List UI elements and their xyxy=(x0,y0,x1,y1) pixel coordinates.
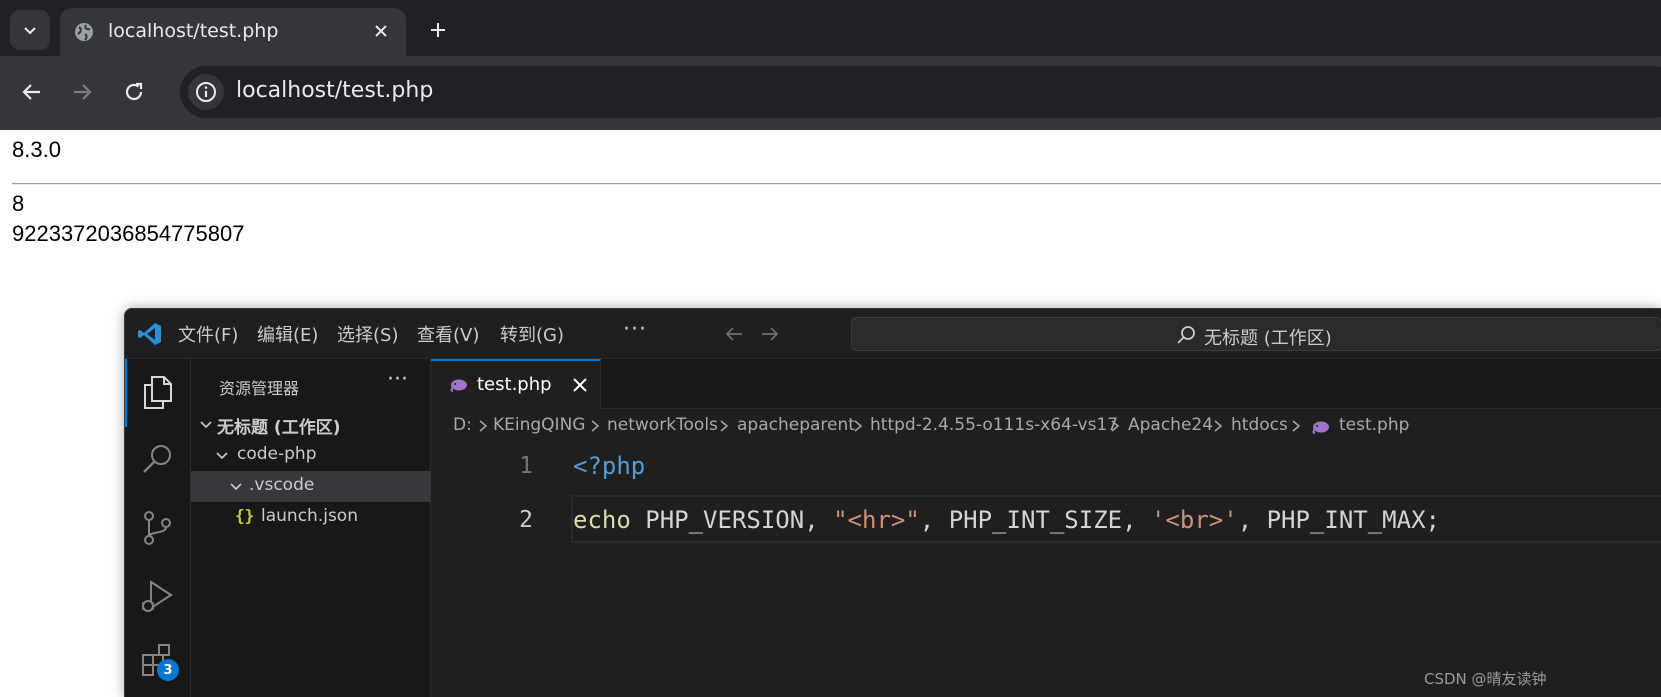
menu-edit[interactable]: 编辑(E) xyxy=(257,321,318,347)
address-bar[interactable]: localhost/test.php xyxy=(180,66,1661,118)
chevron-right-icon xyxy=(720,420,729,432)
chevron-right-icon xyxy=(1214,420,1223,432)
code-token: '<br>' xyxy=(1150,506,1238,534)
search-icon xyxy=(1177,326,1195,344)
code-token: , PHP_INT_SIZE, xyxy=(919,506,1151,534)
chevron-down-icon xyxy=(230,483,242,491)
json-file-icon: {} xyxy=(235,506,255,525)
php-version-output: 8.3.0 xyxy=(12,137,61,162)
menu-view[interactable]: 查看(V) xyxy=(417,321,479,347)
go-back-arrow-icon[interactable] xyxy=(723,323,745,345)
vscode-window: 文件(F) 编辑(E) 选择(S) 查看(V) 转到(G) ··· 无标题 (工… xyxy=(124,308,1661,697)
active-view-indicator xyxy=(125,359,127,427)
arrow-right-icon xyxy=(74,84,92,100)
close-icon[interactable] xyxy=(571,376,589,394)
chevron-right-icon xyxy=(479,420,488,432)
breadcrumb-item[interactable]: Apache24 xyxy=(1128,415,1213,435)
run-debug-icon[interactable] xyxy=(139,577,177,615)
browser-tab-title: localhost/test.php xyxy=(108,20,279,42)
chevron-right-icon xyxy=(1292,420,1301,432)
chevron-right-icon xyxy=(591,420,600,432)
menu-go[interactable]: 转到(G) xyxy=(500,321,564,347)
vscode-title-bar: 文件(F) 编辑(E) 选择(S) 查看(V) 转到(G) ··· 无标题 (工… xyxy=(125,309,1661,359)
code-token: echo xyxy=(573,506,631,534)
menu-selection[interactable]: 选择(S) xyxy=(337,321,398,347)
back-button[interactable] xyxy=(14,74,50,110)
activity-bar: 3 xyxy=(125,359,191,697)
browser-toolbar: localhost/test.php xyxy=(0,56,1661,130)
breadcrumb-item[interactable]: D: xyxy=(453,415,472,435)
chevron-down-icon xyxy=(216,452,228,460)
tree-item-label: .vscode xyxy=(249,475,315,495)
browser-tab-bar: localhost/test.php xyxy=(0,0,1661,56)
watermark: CSDN @晴友读钟 xyxy=(1424,670,1547,688)
vscode-logo-icon xyxy=(138,323,161,345)
globe-icon xyxy=(75,23,93,41)
site-info-button[interactable] xyxy=(188,74,224,110)
chevron-right-icon xyxy=(1111,420,1120,432)
tree-item-launch-json[interactable]: {} launch.json xyxy=(191,502,431,533)
tree-item-label: launch.json xyxy=(261,506,358,526)
reload-button[interactable] xyxy=(116,74,152,110)
breadcrumb-item[interactable]: apacheparent xyxy=(737,415,855,435)
source-control-icon[interactable] xyxy=(139,509,177,547)
php-int-size-output: 8 xyxy=(12,191,25,216)
php-elephant-icon xyxy=(450,379,467,392)
php-int-max-output: 9223372036854775807 xyxy=(12,221,245,246)
code-token: PHP_VERSION, xyxy=(630,506,834,534)
forward-button[interactable] xyxy=(64,74,100,110)
code-line-2: echo PHP_VERSION, "<hr>", PHP_INT_SIZE, … xyxy=(573,506,1440,534)
explorer-sidebar: 资源管理器 ··· 无标题 (工作区) code-php .vscode {} … xyxy=(191,359,431,697)
arrow-left-icon xyxy=(22,84,40,100)
breadcrumb-item[interactable]: htdocs xyxy=(1231,415,1288,435)
explorer-more-button[interactable]: ··· xyxy=(387,367,408,392)
editor-tab-label: test.php xyxy=(477,374,552,395)
code-line-1: <?php xyxy=(573,452,646,480)
breadcrumb: D: KEingQING networkTools apacheparent h… xyxy=(431,409,1661,443)
tree-item-vscode-folder[interactable]: .vscode xyxy=(191,471,431,502)
tab-search-button[interactable] xyxy=(10,10,50,50)
tab-close-button[interactable] xyxy=(370,20,392,42)
tree-item-code-php[interactable]: code-php xyxy=(191,440,431,471)
editor-tab-test-php[interactable]: test.php xyxy=(431,359,601,409)
url-text[interactable]: localhost/test.php xyxy=(236,78,433,103)
menu-more-button[interactable]: ··· xyxy=(623,317,647,342)
chevron-right-icon xyxy=(854,420,863,432)
chevron-down-icon xyxy=(200,421,212,429)
search-icon[interactable] xyxy=(139,441,177,479)
code-token: , PHP_INT_MAX; xyxy=(1237,506,1440,534)
breadcrumb-item[interactable]: httpd-2.4.55-o111s-x64-vs17 xyxy=(870,415,1118,435)
line-number: 2 xyxy=(519,507,533,533)
extensions-badge: 3 xyxy=(157,659,179,681)
tree-item-workspace[interactable]: 无标题 (工作区) xyxy=(191,409,431,440)
go-forward-arrow-icon[interactable] xyxy=(759,323,781,345)
close-icon xyxy=(375,25,387,37)
chevron-down-icon xyxy=(24,27,36,35)
reload-icon xyxy=(125,82,143,101)
tree-item-label: 无标题 (工作区) xyxy=(217,418,341,438)
line-number: 1 xyxy=(519,453,533,479)
php-elephant-icon xyxy=(1312,421,1329,434)
breadcrumb-item[interactable]: networkTools xyxy=(607,415,718,435)
explorer-files-icon[interactable] xyxy=(139,373,177,411)
tree-item-label: code-php xyxy=(237,444,317,464)
new-tab-button[interactable] xyxy=(424,16,452,44)
menu-file[interactable]: 文件(F) xyxy=(178,321,238,347)
editor-tab-bar: test.php xyxy=(431,359,1661,409)
plus-icon xyxy=(431,23,445,37)
code-editor[interactable]: 1 2 <?php echo PHP_VERSION, "<hr>", PHP_… xyxy=(431,443,1661,697)
explorer-title: 资源管理器 xyxy=(219,379,300,398)
command-center-label: 无标题 (工作区) xyxy=(1204,328,1332,349)
breadcrumb-item[interactable]: KEingQING xyxy=(493,415,585,435)
editor-area: test.php D: KEingQING networkTools apach… xyxy=(431,359,1661,697)
info-icon xyxy=(196,82,216,102)
horizontal-rule xyxy=(12,183,1661,185)
command-center-search[interactable]: 无标题 (工作区) xyxy=(851,317,1661,351)
breadcrumb-item[interactable]: test.php xyxy=(1339,415,1409,435)
browser-tab-active[interactable]: localhost/test.php xyxy=(60,8,406,56)
code-token: "<hr>" xyxy=(833,506,920,534)
